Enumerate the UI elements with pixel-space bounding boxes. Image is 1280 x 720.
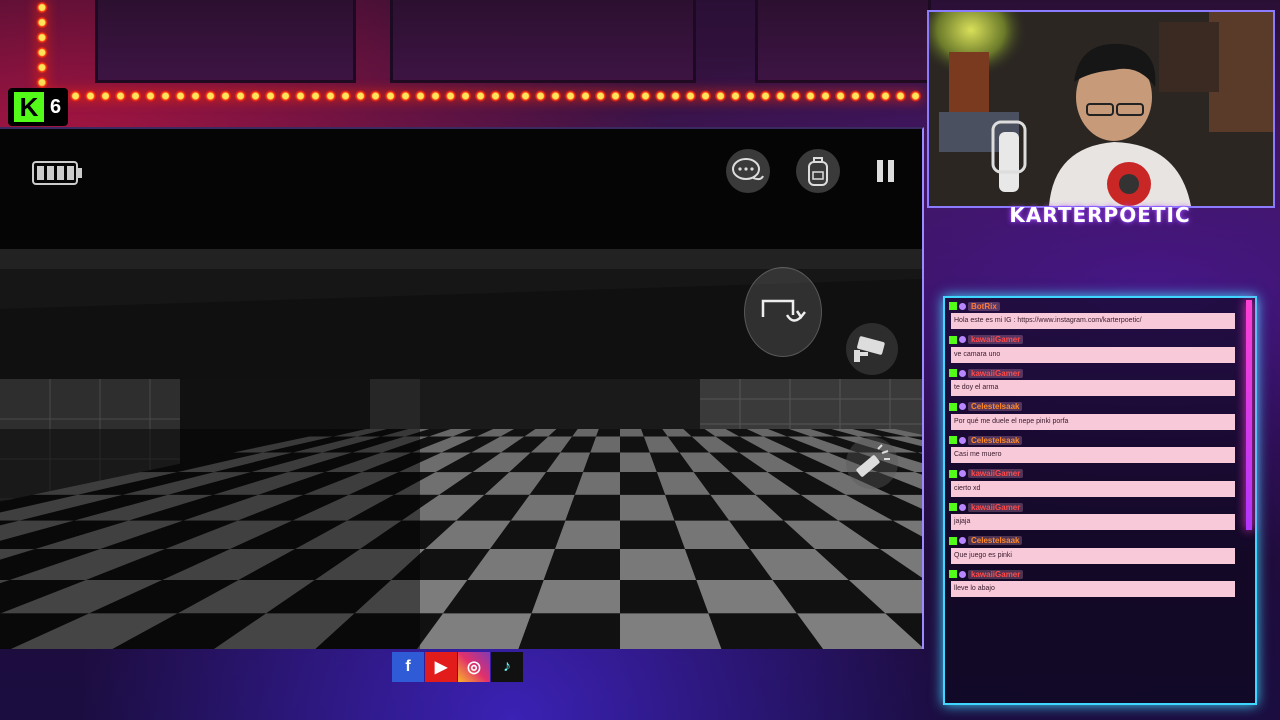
chat-message-text: Casi me muero bbox=[951, 447, 1235, 463]
sub-badge-icon bbox=[959, 503, 966, 511]
chat-message-text: jajaja bbox=[951, 514, 1235, 530]
chat-username[interactable]: kawaiiGamer bbox=[968, 502, 1024, 512]
chat-username[interactable]: kawaiiGamer bbox=[968, 335, 1024, 344]
chat-message-text: Por qué me duele el nepe pinki porfa bbox=[951, 413, 1235, 430]
chat-message: kawaiiGamer ve camara uno bbox=[949, 334, 1235, 363]
viewer-count: 6 bbox=[50, 95, 62, 118]
webcam-image bbox=[929, 12, 1273, 206]
chat-message-text: Que juego es pinki bbox=[951, 547, 1235, 564]
sub-badge-icon bbox=[959, 302, 966, 310]
chat-username[interactable]: Celestelsaak bbox=[968, 435, 1023, 445]
sub-badge-icon bbox=[959, 537, 966, 544]
chat-message: kawaiiGamer cierto xd bbox=[949, 468, 1235, 497]
backpack-icon[interactable] bbox=[796, 149, 840, 193]
wall-picture-frame bbox=[95, 0, 356, 83]
chat-message-text: Hola este es mi IG : https://www.instagr… bbox=[951, 313, 1235, 329]
floor-tile bbox=[531, 579, 620, 614]
floor-tile bbox=[555, 520, 620, 549]
chat-message-header: Celestelsaak bbox=[949, 535, 1235, 547]
chat-username[interactable]: Celestelsaak bbox=[968, 536, 1023, 545]
floor-tile bbox=[620, 429, 644, 437]
sub-badge-icon bbox=[959, 570, 966, 578]
floor-tile bbox=[620, 494, 675, 521]
floor-tile bbox=[620, 613, 722, 649]
flashlight-icon[interactable] bbox=[846, 437, 898, 489]
sub-badge-icon bbox=[959, 403, 966, 410]
chat-bubble-icon[interactable] bbox=[726, 149, 770, 193]
floor-tile bbox=[620, 579, 709, 614]
chat-panel: BotRix Hola este es mi IG : https://www.i… bbox=[943, 296, 1257, 705]
chat-username[interactable]: kawaiiGamer bbox=[968, 368, 1024, 378]
chat-message: Celestelsaak Por qué me duele el nepe pin… bbox=[949, 401, 1235, 430]
kick-badge-icon bbox=[949, 402, 957, 411]
kick-badge-icon bbox=[949, 335, 957, 344]
facebook-icon[interactable]: f bbox=[392, 652, 424, 682]
wall-picture-frame bbox=[390, 0, 696, 83]
kick-logo-icon: K bbox=[14, 92, 44, 122]
tiktok-icon[interactable]: ♪ bbox=[491, 652, 523, 682]
floor-tile bbox=[565, 494, 620, 521]
chat-username[interactable]: Celestelsaak bbox=[968, 402, 1023, 411]
chat-username[interactable]: kawaiiGamer bbox=[968, 469, 1024, 478]
kick-badge-icon bbox=[949, 469, 957, 478]
chat-message-header: kawaiiGamer bbox=[949, 568, 1235, 580]
camera-icon[interactable] bbox=[846, 323, 898, 375]
instagram-icon[interactable]: ◎ bbox=[458, 652, 490, 682]
kick-viewer-badge: K 6 bbox=[8, 88, 68, 126]
social-links: f ▶ ◎ ♪ bbox=[392, 650, 524, 684]
sub-badge-icon bbox=[959, 436, 966, 444]
kick-badge-icon bbox=[949, 302, 957, 310]
chat-message-text: ve camara uno bbox=[951, 346, 1235, 363]
chat-message: kawaiiGamer jajaja bbox=[949, 501, 1235, 530]
chat-username[interactable]: BotRix bbox=[968, 301, 1000, 311]
floor-tile bbox=[596, 429, 620, 437]
kick-badge-icon bbox=[949, 436, 957, 444]
chat-message: Celestelsaak Casi me muero bbox=[949, 434, 1235, 463]
floor-tile bbox=[620, 520, 685, 549]
floor-shadow bbox=[0, 429, 420, 649]
kick-badge-icon bbox=[949, 503, 957, 511]
checkered-floor bbox=[0, 429, 922, 649]
kick-badge-icon bbox=[949, 536, 957, 545]
sub-badge-icon bbox=[959, 470, 966, 477]
chat-message-header: kawaiiGamer bbox=[949, 468, 1235, 480]
kick-badge-icon bbox=[949, 570, 957, 578]
streamer-name: KARTERPOETIC bbox=[1009, 203, 1191, 227]
chat-message-header: BotRix bbox=[949, 300, 1235, 312]
chat-message-text: te doy el arma bbox=[951, 380, 1235, 396]
chat-message-header: kawaiiGamer bbox=[949, 501, 1235, 513]
game-view[interactable] bbox=[0, 127, 924, 649]
chat-message-text: cierto xd bbox=[951, 480, 1235, 497]
chat-accent-bar bbox=[1246, 300, 1252, 530]
chat-message-header: Celestelsaak bbox=[949, 401, 1235, 413]
chat-message: BotRix Hola este es mi IG : https://www.i… bbox=[949, 300, 1235, 329]
floor-tile bbox=[620, 548, 697, 580]
chat-username[interactable]: kawaiiGamer bbox=[968, 569, 1024, 579]
interact-icon[interactable] bbox=[744, 267, 822, 357]
chat-message: kawaiiGamer lleve lo abajo bbox=[949, 568, 1235, 597]
webcam-feed bbox=[927, 10, 1275, 208]
floor-tile bbox=[543, 548, 620, 580]
wall-picture-frame bbox=[755, 0, 931, 83]
chat-message-header: kawaiiGamer bbox=[949, 334, 1235, 346]
kick-badge-icon bbox=[949, 369, 957, 377]
floor-tile bbox=[518, 613, 620, 649]
sub-badge-icon bbox=[959, 369, 966, 377]
pause-icon[interactable] bbox=[870, 155, 902, 187]
chat-message: kawaiiGamer te doy el arma bbox=[949, 367, 1235, 396]
chat-message-header: Celestelsaak bbox=[949, 434, 1235, 446]
sub-badge-icon bbox=[959, 336, 966, 343]
youtube-icon[interactable]: ▶ bbox=[425, 652, 457, 682]
led-strip-vertical bbox=[36, 0, 48, 90]
chat-message-header: kawaiiGamer bbox=[949, 367, 1235, 379]
chat-message-text: lleve lo abajo bbox=[951, 581, 1235, 597]
led-strip bbox=[38, 90, 923, 102]
battery-icon bbox=[32, 159, 84, 187]
chat-message: Celestelsaak Que juego es pinki bbox=[949, 535, 1235, 564]
